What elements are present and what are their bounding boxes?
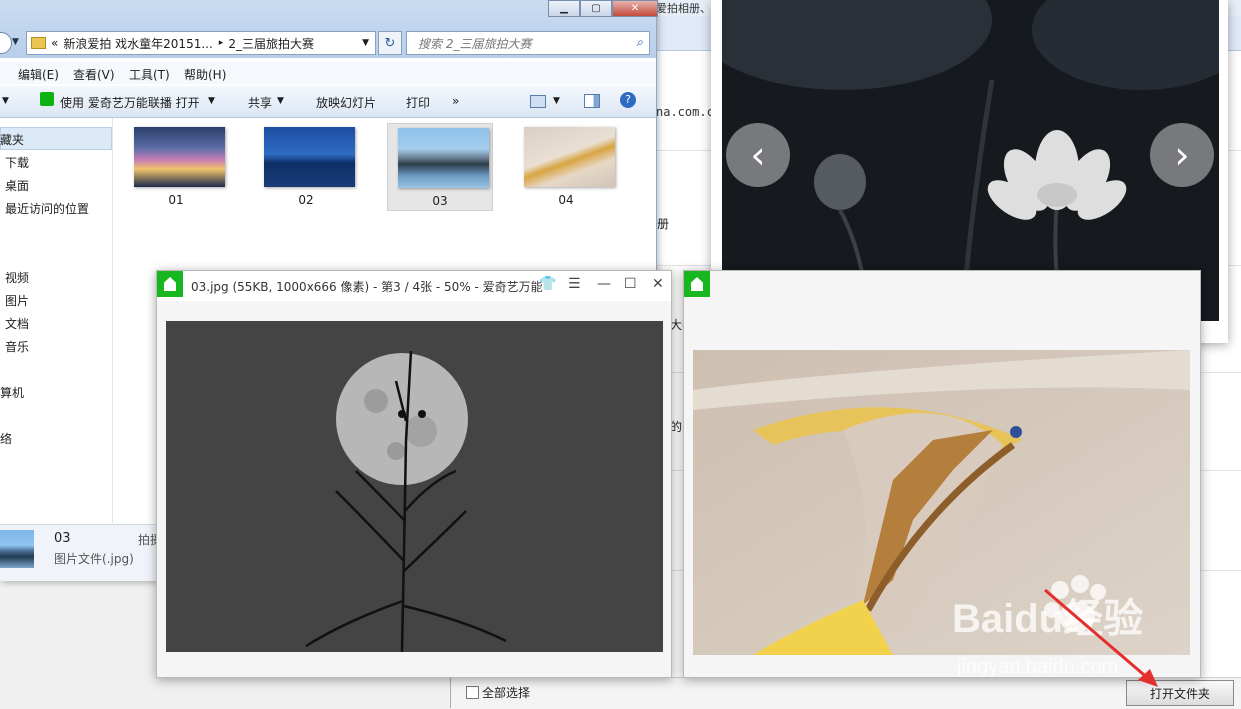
nav-desktop[interactable]: 桌面 bbox=[5, 177, 29, 194]
view-dropdown-icon[interactable]: ▼ bbox=[553, 96, 560, 106]
select-all-checkbox[interactable]: 全部选择 bbox=[466, 684, 530, 701]
minimize-icon[interactable]: — bbox=[597, 276, 611, 292]
address-prev[interactable]: « bbox=[51, 36, 58, 50]
folder-icon bbox=[31, 37, 46, 49]
details-file-type: 图片文件(.jpg) bbox=[54, 550, 134, 567]
address-dropdown-icon[interactable]: ▼ bbox=[362, 38, 369, 48]
nav-pictures[interactable]: 图片 bbox=[5, 292, 29, 309]
address-bar[interactable]: « 新浪爱拍 戏水童年20151... ▸ 2_三届旅拍大赛 ▼ bbox=[26, 31, 376, 55]
viewer-title-text: 03.jpg (55KB, 1000x666 像素) - 第3 / 4张 - 5… bbox=[191, 278, 543, 295]
command-toolbar: ▼ 使用 爱奇艺万能联播 打开 ▼ 共享 ▼ 放映幻灯片 打印 » ▼ ? bbox=[0, 86, 656, 118]
file-name: 04 bbox=[514, 193, 618, 207]
nav-computer[interactable]: 计算机 bbox=[0, 384, 24, 401]
menu-icon[interactable]: ☰ bbox=[568, 276, 581, 292]
history-dropdown-icon[interactable]: ▼ bbox=[12, 37, 19, 47]
share-button[interactable]: 共享 bbox=[248, 94, 272, 111]
previous-image-button[interactable]: ‹ bbox=[726, 123, 790, 187]
close-button[interactable]: ✕ bbox=[612, 0, 658, 17]
red-arrow-annotation bbox=[1040, 585, 1170, 690]
nav-documents[interactable]: 文档 bbox=[5, 315, 29, 332]
menu-edit[interactable]: 编辑(E) bbox=[18, 66, 59, 83]
window-controls: ▁ ▢ ✕ bbox=[548, 0, 658, 16]
nav-videos[interactable]: 视频 bbox=[5, 269, 29, 286]
details-thumbnail bbox=[0, 530, 34, 568]
maximize-button[interactable]: ▢ bbox=[580, 0, 612, 17]
search-placeholder: 搜索 2_三届旅拍大赛 bbox=[418, 35, 531, 52]
more-commands-button[interactable]: » bbox=[452, 94, 459, 108]
file-thumbnail[interactable]: 01 bbox=[124, 123, 228, 209]
background-text-fragment: 册 bbox=[657, 215, 669, 232]
checkbox-box[interactable] bbox=[466, 686, 479, 699]
background-top-text: 爱拍相册、 bbox=[656, 0, 711, 16]
tshirt-skin-icon[interactable]: 👕 bbox=[539, 276, 556, 292]
iqiyi-logo-icon bbox=[684, 271, 710, 297]
nav-recent-places[interactable]: 最近访问的位置 bbox=[5, 200, 89, 217]
iqiyi-logo-icon bbox=[157, 271, 183, 297]
slideshow-button[interactable]: 放映幻灯片 bbox=[316, 94, 376, 111]
menu-help[interactable]: 帮助(H) bbox=[184, 66, 226, 83]
search-icon[interactable]: ⌕ bbox=[636, 35, 643, 50]
nav-downloads[interactable]: 下载 bbox=[5, 154, 29, 171]
background-url-text: na.com.c bbox=[656, 105, 714, 119]
close-icon[interactable]: ✕ bbox=[652, 276, 664, 292]
address-segment-current[interactable]: 2_三届旅拍大赛 bbox=[228, 35, 314, 52]
organize-dropdown-icon[interactable]: ▼ bbox=[2, 96, 9, 106]
thumbnail-image-02 bbox=[264, 127, 355, 187]
moon-illustration bbox=[166, 321, 663, 652]
file-name: 01 bbox=[124, 193, 228, 207]
search-input[interactable]: 搜索 2_三届旅拍大赛 ⌕ bbox=[406, 31, 650, 55]
nav-network[interactable]: 网络 bbox=[0, 430, 12, 447]
maximize-icon[interactable]: ☐ bbox=[624, 276, 637, 292]
nav-favorites[interactable]: 收藏夹 bbox=[0, 131, 24, 148]
file-name: 03 bbox=[388, 194, 492, 208]
help-icon[interactable]: ? bbox=[620, 92, 636, 108]
minimize-button[interactable]: ▁ bbox=[548, 0, 580, 17]
next-image-button[interactable]: › bbox=[1150, 123, 1214, 187]
refresh-button[interactable]: ↻ bbox=[378, 31, 402, 55]
thumbnail-image-03 bbox=[398, 128, 489, 188]
select-all-label: 全部选择 bbox=[482, 684, 530, 701]
menu-view[interactable]: 查看(V) bbox=[73, 66, 115, 83]
file-thumbnail-selected[interactable]: 03 bbox=[387, 123, 493, 211]
file-name: 02 bbox=[254, 193, 358, 207]
file-thumbnail[interactable]: 04 bbox=[514, 123, 618, 209]
iqiyi-icon bbox=[40, 92, 54, 106]
thumbnail-image-01 bbox=[134, 127, 225, 187]
viewer-title-bar: 03.jpg (55KB, 1000x666 像素) - 第3 / 4张 - 5… bbox=[157, 271, 671, 301]
print-button[interactable]: 打印 bbox=[406, 94, 430, 111]
open-with-dropdown-icon[interactable]: ▼ bbox=[208, 96, 215, 106]
details-file-name: 03 bbox=[54, 531, 71, 546]
address-segment-parent[interactable]: 新浪爱拍 戏水童年20151... bbox=[63, 35, 212, 52]
image-viewer-window: 03.jpg (55KB, 1000x666 像素) - 第3 / 4张 - 5… bbox=[156, 270, 672, 678]
open-with-iqiyi-button[interactable]: 使用 爱奇艺万能联播 打开 bbox=[60, 94, 200, 111]
thumbnail-image-04 bbox=[524, 127, 615, 187]
address-separator[interactable]: ▸ bbox=[219, 38, 224, 48]
menu-bar: 编辑(E) 查看(V) 工具(T) 帮助(H) bbox=[0, 62, 656, 84]
file-thumbnail[interactable]: 02 bbox=[254, 123, 358, 209]
view-options-icon[interactable] bbox=[530, 95, 546, 108]
nav-music[interactable]: 音乐 bbox=[5, 338, 29, 355]
preview-pane-icon[interactable] bbox=[584, 94, 600, 108]
share-dropdown-icon[interactable]: ▼ bbox=[277, 96, 284, 106]
moon-photo bbox=[166, 321, 663, 652]
menu-tools[interactable]: 工具(T) bbox=[129, 66, 170, 83]
